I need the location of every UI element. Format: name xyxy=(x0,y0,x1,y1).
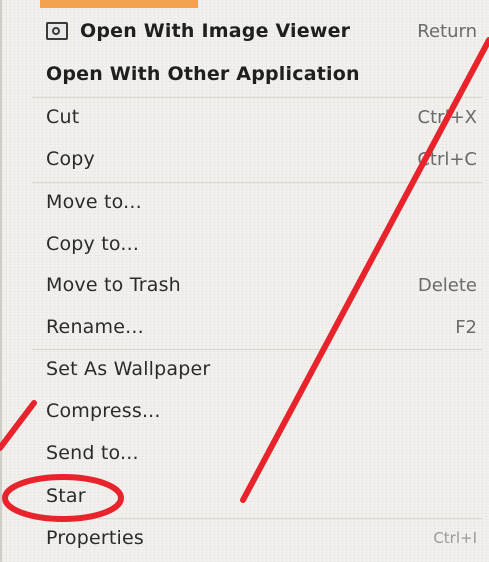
menu-item-send-to[interactable]: Send to... xyxy=(2,433,489,473)
menu-item-label: Star xyxy=(46,485,86,507)
menu-item-shortcut: Ctrl+X xyxy=(417,106,477,128)
menu-item-open-with-other-application[interactable]: Open With Other Application xyxy=(2,54,489,94)
menu-item-shortcut: Ctrl+I xyxy=(433,529,477,547)
image-viewer-icon xyxy=(46,22,68,40)
menu-item-properties[interactable]: Properties Ctrl+I xyxy=(2,518,489,558)
menu-item-label: Copy to... xyxy=(46,233,140,255)
menu-item-move-to-trash[interactable]: Move to Trash Delete xyxy=(2,265,489,305)
menu-item-label: Set As Wallpaper xyxy=(46,358,211,380)
context-menu: Open With Image Viewer Return Open With … xyxy=(0,0,489,562)
menu-item-copy[interactable]: Copy Ctrl+C xyxy=(2,139,489,179)
menu-item-compress[interactable]: Compress... xyxy=(2,391,489,431)
menu-item-open-with-image-viewer[interactable]: Open With Image Viewer Return xyxy=(2,11,489,51)
menu-item-label: Rename... xyxy=(46,316,144,338)
menu-item-move-to[interactable]: Move to... xyxy=(2,182,489,222)
menu-item-copy-to[interactable]: Copy to... xyxy=(2,224,489,264)
menu-item-label: Cut xyxy=(46,106,80,128)
menu-item-label: Move to Trash xyxy=(46,274,181,296)
menu-item-shortcut: Return xyxy=(417,20,477,42)
menu-item-label: Open With Image Viewer xyxy=(80,20,351,42)
menu-item-star[interactable]: Star xyxy=(2,476,489,516)
menu-item-label: Copy xyxy=(46,148,95,170)
menu-item-label: Compress... xyxy=(46,400,161,422)
menu-item-label: Open With Other Application xyxy=(46,63,360,85)
menu-item-shortcut: F2 xyxy=(455,316,477,338)
menu-item-label: Properties xyxy=(46,527,145,549)
menu-item-rename[interactable]: Rename... F2 xyxy=(2,307,489,347)
menu-item-cut[interactable]: Cut Ctrl+X xyxy=(2,97,489,137)
menu-item-label: Send to... xyxy=(46,442,139,464)
menu-item-shortcut: Delete xyxy=(417,274,477,296)
selection-highlight-edge xyxy=(40,0,198,8)
menu-item-set-as-wallpaper[interactable]: Set As Wallpaper xyxy=(2,349,489,389)
menu-item-label: Move to... xyxy=(46,191,142,213)
menu-item-shortcut: Ctrl+C xyxy=(417,148,477,170)
